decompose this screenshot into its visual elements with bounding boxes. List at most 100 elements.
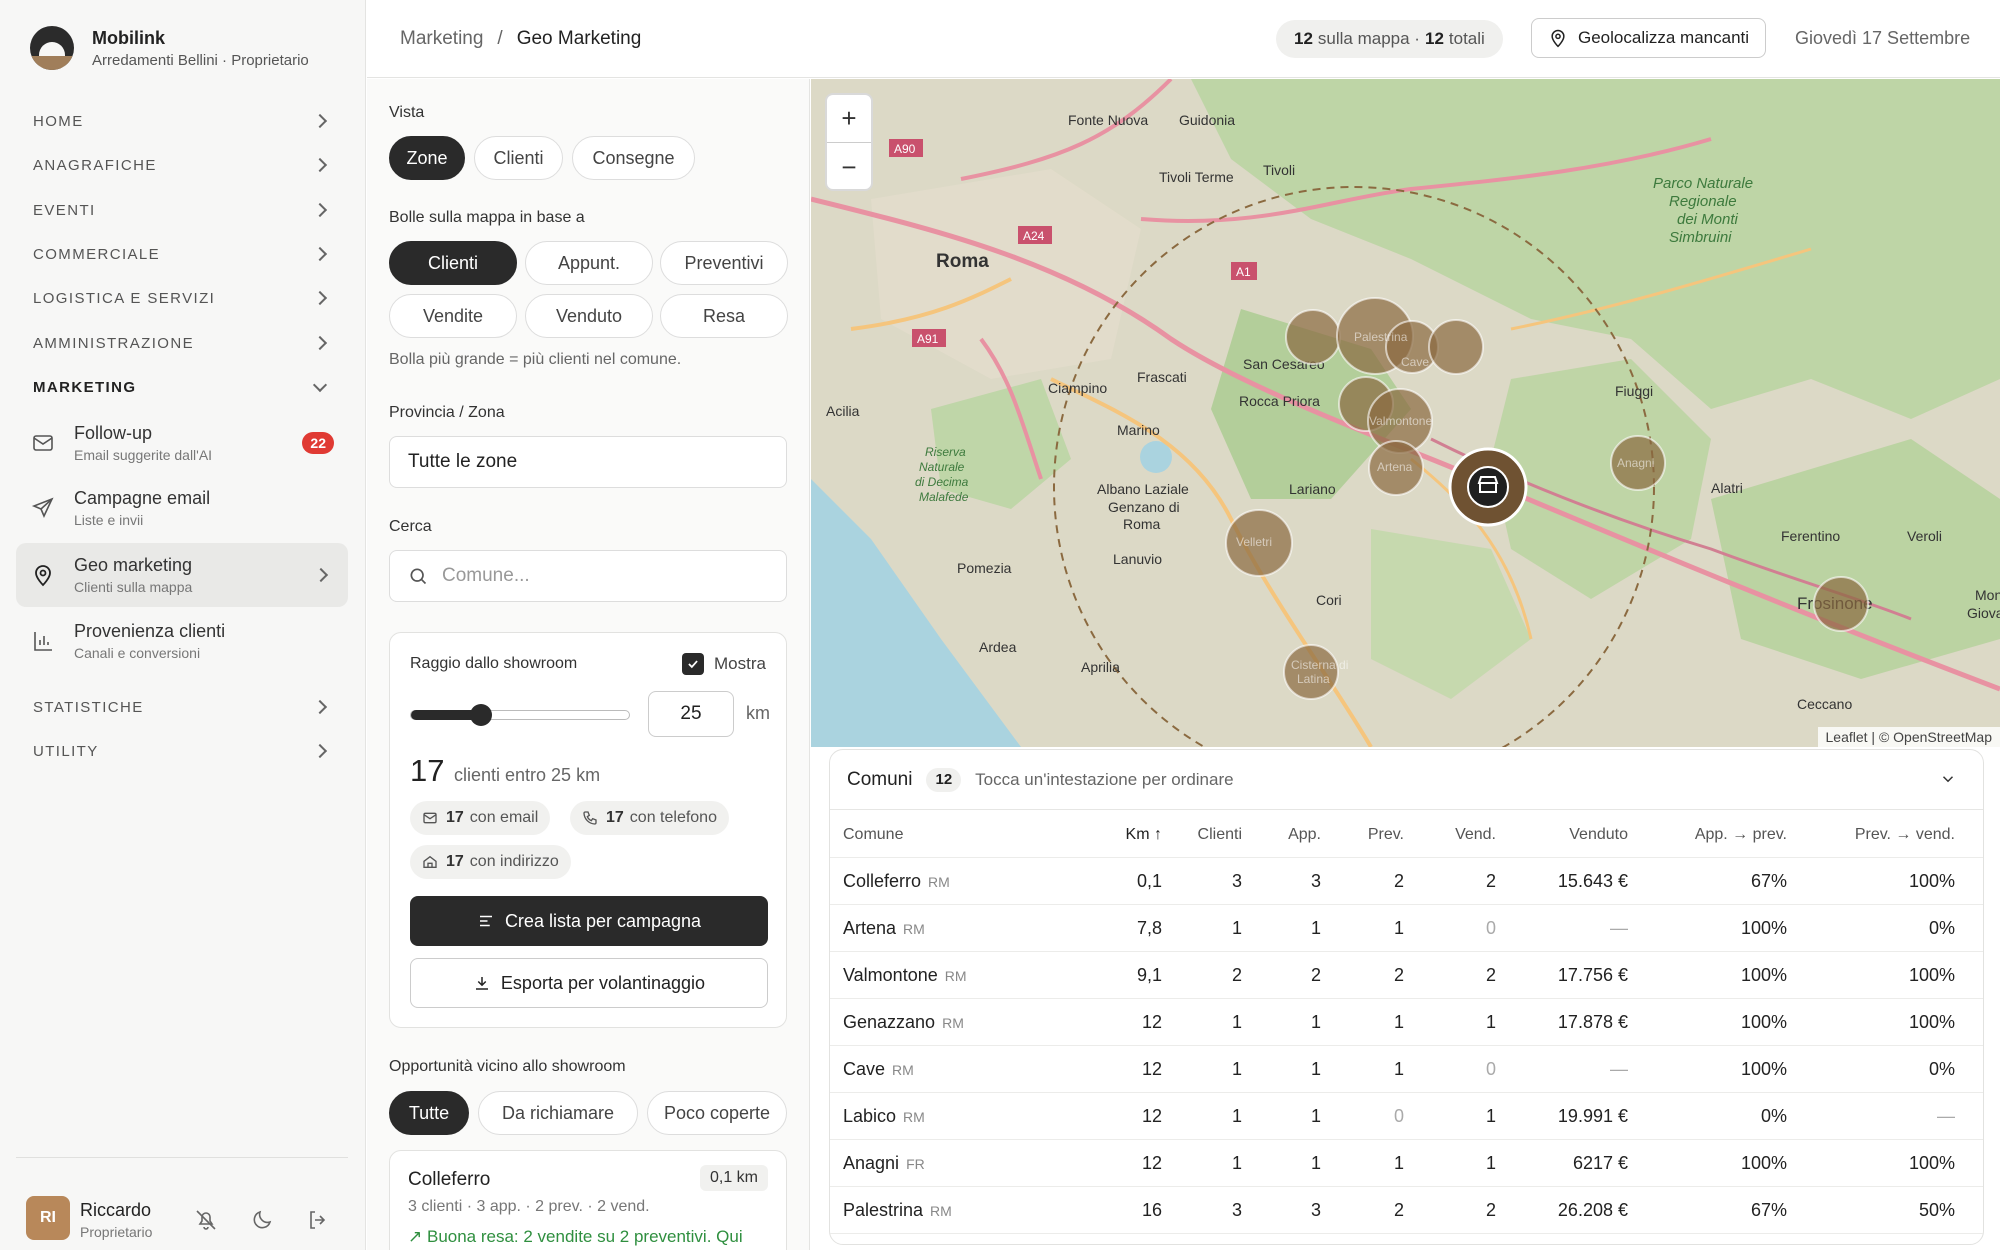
svg-text:Guidonia: Guidonia [1179, 112, 1235, 128]
vista-label: Vista [389, 104, 425, 121]
column-header[interactable]: Comune [843, 811, 1063, 858]
nav-commerciale[interactable]: COMMERCIALE [33, 242, 333, 266]
geolocate-missing-button[interactable]: Geolocalizza mancanti [1531, 18, 1767, 58]
breadcrumb-separator: / [497, 28, 503, 49]
nav-amministrazione[interactable]: AMMINISTRAZIONE [33, 331, 333, 355]
vend-cell: 0 [1485, 1059, 1496, 1079]
bolle-appunt-chip[interactable]: Appunt. [525, 241, 653, 285]
bolle-resa-chip[interactable]: Resa [660, 294, 788, 338]
breadcrumb-parent[interactable]: Marketing [400, 28, 483, 50]
svg-text:Anagni: Anagni [1617, 456, 1654, 470]
provincia-select[interactable]: Tutte le zone [389, 436, 787, 488]
radius-input[interactable]: 25 [648, 691, 734, 737]
nav-home[interactable]: HOME [33, 109, 333, 133]
opportunity-meta: 3 clienti · 3 app. · 2 prev. · 2 vend. [408, 1198, 650, 1215]
opp-filter-tutte[interactable]: Tutte [389, 1091, 469, 1135]
province-code: RM [930, 1202, 952, 1219]
province-code: RM [892, 1061, 914, 1078]
opp-filter-richiamare[interactable]: Da richiamare [478, 1091, 638, 1135]
map-count-label: sulla mappa · [1317, 29, 1420, 48]
brand[interactable]: Mobilink Arredamenti Bellini · Proprieta… [30, 26, 309, 70]
nav-label: ANAGRAFICHE [33, 156, 157, 174]
column-header[interactable]: App. → prev. [1627, 811, 1787, 858]
column-header[interactable]: Vend. [1396, 811, 1496, 858]
table-count: 12 [926, 767, 962, 792]
nav-utility[interactable]: UTILITY [33, 739, 333, 763]
sidebar-item-provenienza[interactable]: Provenienza clienti Canali e conversioni [16, 609, 348, 673]
svg-text:dei Monti: dei Monti [1677, 211, 1739, 228]
map[interactable]: Fonte Nuova Guidonia Tivoli Terme Tivoli… [811, 79, 2000, 747]
zoom-out-button[interactable]: − [827, 143, 871, 191]
clients-count-label: clienti entro 25 km [454, 765, 601, 785]
svg-text:Ardea: Ardea [979, 639, 1017, 655]
chevron-right-icon [312, 113, 328, 129]
brand-logo [30, 26, 74, 70]
opportunity-note-text: Buona resa: 2 vendite su 2 preventivi. Q… [426, 1227, 743, 1246]
nav-statistiche[interactable]: STATISTICHE [33, 695, 333, 719]
current-date: Giovedì 17 Settembre [1795, 28, 1971, 48]
prev-vend-cell: 0% [1928, 918, 1955, 938]
slider-knob[interactable] [470, 704, 493, 726]
chevron-right-icon [312, 290, 328, 306]
table-header-bar[interactable]: Comuni 12 Tocca un'intestazione per ordi… [830, 750, 1983, 810]
table-row[interactable]: Labico RM 12 1 1 0 1 19.991 €0% — [830, 1093, 1983, 1140]
svg-text:A91: A91 [917, 332, 939, 346]
search-input[interactable]: Comune... [389, 550, 787, 602]
phone-count: 17 [606, 809, 624, 826]
nav-anagrafiche[interactable]: ANAGRAFICHE [33, 153, 333, 177]
prev-vend-cell: — [1937, 1106, 1955, 1126]
svg-text:Marino: Marino [1117, 422, 1160, 438]
table-row[interactable]: Palestrina RM 16 3 3 2 2 26.208 €67% 50% [830, 1187, 1983, 1234]
zoom-control: + − [825, 93, 873, 191]
nav-marketing[interactable]: MARKETING [33, 375, 333, 399]
nav-logistica[interactable]: LOGISTICA E SERVIZI [33, 286, 333, 310]
table-row[interactable]: Valmontone RM 9,1 2 2 2 2 17.756 €100% 100% [830, 952, 1983, 999]
chevron-down-icon[interactable] [1939, 770, 1957, 793]
column-header[interactable]: Prev. [1304, 811, 1404, 858]
total-count: 12 [1424, 29, 1444, 48]
table-row[interactable]: Genazzano RM 12 1 1 1 1 17.878 €100% 100% [830, 999, 1983, 1046]
column-header[interactable]: Venduto [1488, 811, 1628, 858]
opportunity-card[interactable]: Colleferro 0,1 km 3 clienti · 3 app. · 2… [389, 1150, 787, 1250]
opp-filter-poco-coperte[interactable]: Poco coperte [647, 1091, 787, 1135]
prev-cell: 1 [1393, 1059, 1404, 1079]
nav-eventi[interactable]: EVENTI [33, 198, 333, 222]
moon-icon[interactable] [250, 1208, 274, 1232]
table-row[interactable]: Colleferro RM 0,1 3 3 2 2 15.643 €67% 100% [830, 858, 1983, 905]
column-header[interactable]: Prev. → vend. [1795, 811, 1955, 858]
avatar[interactable]: RI [26, 1196, 70, 1240]
bolle-clienti-chip[interactable]: Clienti [389, 241, 517, 285]
radius-slider[interactable] [410, 704, 630, 726]
comune-cell: Colleferro RM [843, 858, 1063, 905]
bolle-preventivi-chip[interactable]: Preventivi [660, 241, 788, 285]
bolle-vendite-chip[interactable]: Vendite [389, 294, 517, 338]
logout-icon[interactable] [306, 1208, 330, 1232]
geolocate-label: Geolocalizza mancanti [1578, 28, 1750, 47]
comuni-table: Comuni 12 Tocca un'intestazione per ordi… [829, 749, 1984, 1245]
vista-consegne-chip[interactable]: Consegne [572, 136, 695, 180]
table-row[interactable]: Artena RM 7,8 1 1 1 0—100% 0% [830, 905, 1983, 952]
bolle-venduto-chip[interactable]: Venduto [525, 294, 653, 338]
sidebar-item-geo-marketing[interactable]: Geo marketing Clienti sulla mappa [16, 543, 348, 607]
email-label: con email [469, 809, 539, 826]
vista-zone-chip[interactable]: Zone [389, 136, 465, 180]
zoom-in-button[interactable]: + [827, 95, 871, 143]
create-campaign-list-button[interactable]: Crea lista per campagna [410, 896, 768, 946]
vista-clienti-chip[interactable]: Clienti [474, 136, 563, 180]
export-flyer-button[interactable]: Esporta per volantinaggio [410, 958, 768, 1008]
table-row[interactable]: Anagni FR 12 1 1 1 1 6217 €100% 100% [830, 1140, 1983, 1187]
sidebar-item-campagne-email[interactable]: Campagne email Liste e invii [16, 476, 348, 540]
svg-text:Parco Naturale: Parco Naturale [1653, 175, 1753, 192]
prev-cell: 1 [1393, 918, 1404, 938]
table-row[interactable]: Cave RM 12 1 1 1 0—100% 0% [830, 1046, 1983, 1093]
app-prev-cell: 100% [1740, 965, 1787, 985]
province-code: RM [903, 920, 925, 937]
map-attribution[interactable]: Leaflet | © OpenStreetMap [1817, 727, 2000, 747]
nav-label: LOGISTICA E SERVIZI [33, 289, 216, 307]
svg-text:Ferentino: Ferentino [1781, 528, 1840, 544]
sidebar-item-follow-up[interactable]: Follow-up Email suggerite dall'AI 22 [16, 411, 348, 475]
bell-off-icon[interactable] [194, 1208, 218, 1232]
address-count: 17 [446, 853, 464, 870]
home-icon [422, 854, 438, 870]
mostra-checkbox[interactable]: Mostra [682, 653, 766, 675]
